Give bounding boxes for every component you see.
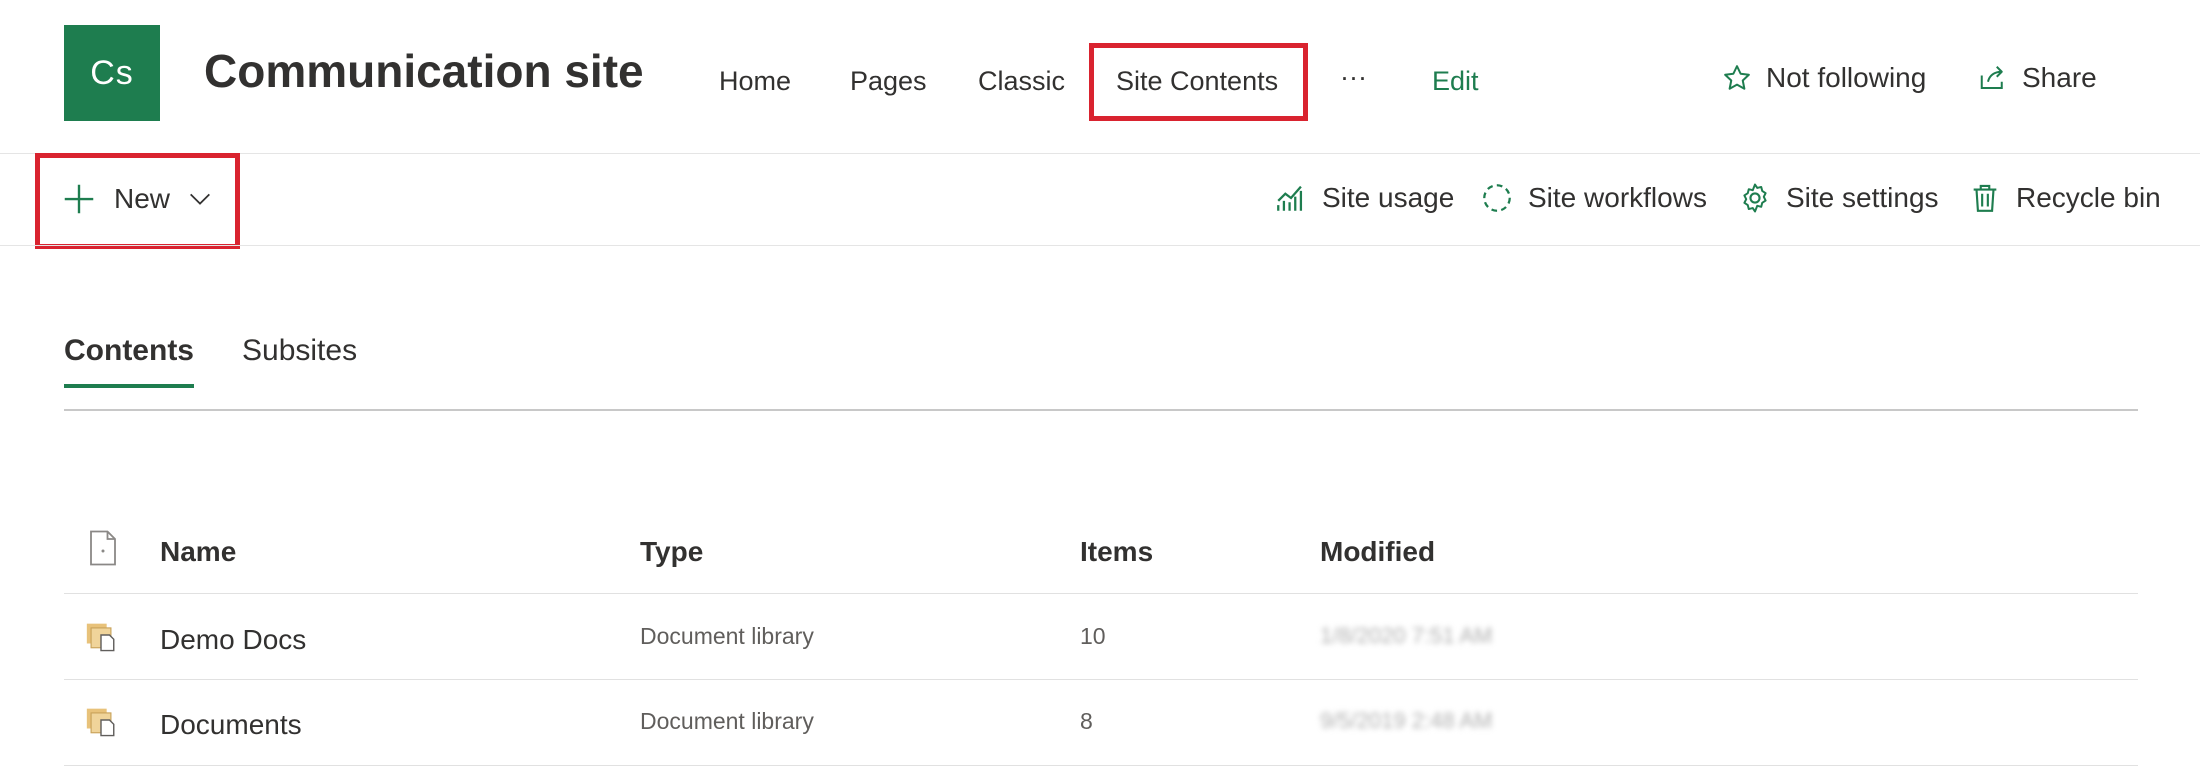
nav-site-contents[interactable]: Site Contents xyxy=(1116,66,1278,97)
tab-contents[interactable]: Contents xyxy=(64,334,194,368)
nav-edit-link[interactable]: Edit xyxy=(1432,66,1479,97)
site-title[interactable]: Communication site xyxy=(204,44,644,98)
table-row-name[interactable]: Demo Docs xyxy=(160,624,306,656)
site-usage-button[interactable]: Site usage xyxy=(1274,181,1454,215)
nav-more-button[interactable]: ··· xyxy=(1340,62,1367,93)
column-header-modified[interactable]: Modified xyxy=(1320,536,1435,568)
follow-label: Not following xyxy=(1766,62,1927,93)
nav-home[interactable]: Home xyxy=(719,66,791,97)
row-divider xyxy=(64,679,2138,680)
follow-button[interactable]: Not following xyxy=(1722,62,1926,94)
site-logo-initials: Cs xyxy=(90,53,134,92)
table-row-modified: 9/5/2019 2:48 AM xyxy=(1320,708,1493,733)
column-header-items[interactable]: Items xyxy=(1080,536,1153,568)
new-button[interactable]: New xyxy=(60,180,214,218)
library-icon xyxy=(84,703,118,742)
site-workflows-label: Site workflows xyxy=(1528,182,1707,213)
trash-icon xyxy=(1973,184,1997,212)
share-button[interactable]: Share xyxy=(1978,62,2097,94)
table-row-items: 10 xyxy=(1080,623,1106,649)
table-row-items: 8 xyxy=(1080,708,1093,734)
table-row-modified: 1/8/2020 7:51 AM xyxy=(1320,623,1493,648)
chevron-down-icon xyxy=(190,193,210,205)
star-icon xyxy=(1724,65,1750,90)
nav-pages[interactable]: Pages xyxy=(850,66,927,97)
tabs-rule xyxy=(64,409,2138,411)
tab-subsites[interactable]: Subsites xyxy=(242,334,357,368)
library-icon xyxy=(84,618,118,657)
site-workflows-button[interactable]: Site workflows xyxy=(1480,181,1707,215)
share-label: Share xyxy=(2022,62,2097,93)
workflow-icon xyxy=(1483,184,1511,212)
new-label: New xyxy=(114,183,171,214)
file-type-icon xyxy=(88,530,118,571)
header-divider xyxy=(0,153,2200,154)
active-tab-indicator xyxy=(64,384,194,388)
column-header-name[interactable]: Name xyxy=(160,536,236,568)
header-row-divider xyxy=(64,593,2138,594)
site-settings-label: Site settings xyxy=(1786,182,1939,213)
table-row-name[interactable]: Documents xyxy=(160,709,302,741)
table-row-type: Document library xyxy=(640,708,814,734)
table-row-type: Document library xyxy=(640,623,814,649)
recycle-bin-label: Recycle bin xyxy=(2016,182,2161,213)
plus-icon xyxy=(64,184,94,214)
recycle-bin-button[interactable]: Recycle bin xyxy=(1968,181,2161,215)
site-usage-label: Site usage xyxy=(1322,182,1455,213)
column-header-type[interactable]: Type xyxy=(640,536,703,568)
commandbar-divider xyxy=(0,245,2200,246)
row-divider xyxy=(64,765,2138,766)
site-logo[interactable]: Cs xyxy=(64,25,160,121)
share-icon xyxy=(1980,66,2003,89)
gear-icon xyxy=(1743,183,1767,213)
chart-icon xyxy=(1277,185,1303,211)
nav-classic[interactable]: Classic xyxy=(978,66,1065,97)
site-settings-button[interactable]: Site settings xyxy=(1738,181,1939,215)
